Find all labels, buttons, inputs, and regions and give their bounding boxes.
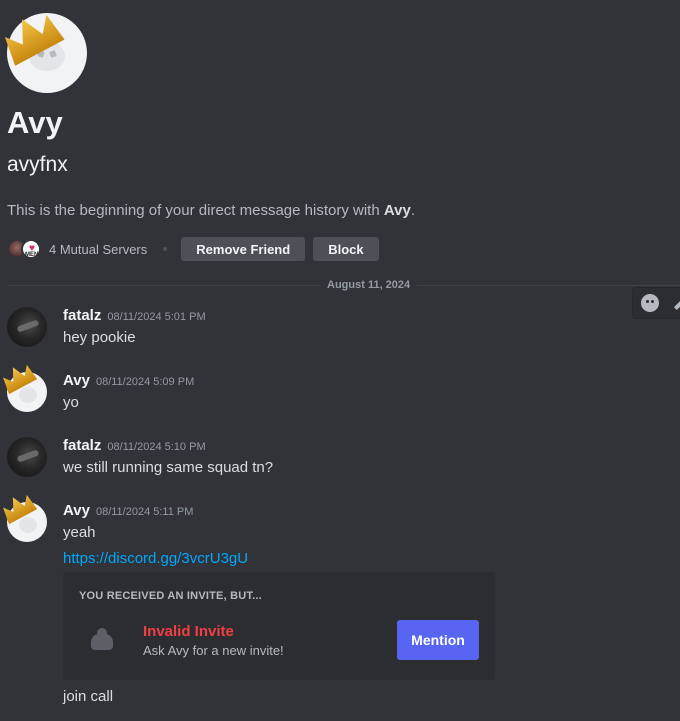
invite-title: Invalid Invite	[143, 623, 234, 640]
message-author[interactable]: Avy	[63, 372, 90, 389]
message-header: Avy 08/11/2024 5:09 PM	[63, 372, 194, 389]
message-author[interactable]: Avy	[63, 502, 90, 519]
invite-embed: YOU RECEIVED AN INVITE, BUT... Invalid I…	[63, 572, 495, 680]
avatar[interactable]	[7, 307, 47, 347]
message-content: join call	[63, 688, 114, 705]
invalid-invite-icon	[89, 628, 115, 652]
block-button[interactable]: Block	[313, 237, 379, 261]
message-timestamp: 08/11/2024 5:10 PM	[107, 441, 206, 453]
mutual-servers-link[interactable]: 4 Mutual Servers	[49, 242, 147, 257]
message-content: hey pookie	[63, 329, 136, 346]
profile-avatar[interactable]	[7, 13, 87, 93]
profile-username: avyfnx	[7, 153, 68, 176]
avatar[interactable]	[7, 372, 47, 412]
avatar[interactable]	[7, 437, 47, 477]
message-content: we still running same squad tn?	[63, 459, 274, 476]
mention-button[interactable]: Mention	[397, 620, 479, 660]
invite-embed-header: YOU RECEIVED AN INVITE, BUT...	[79, 590, 262, 602]
message-actions-toolbar	[632, 287, 680, 319]
message-timestamp: 08/11/2024 5:09 PM	[95, 376, 195, 388]
history-intro-name: Avy	[383, 202, 411, 219]
mutual-servers-row: ♥ MEN 4 Mutual Servers Remove Friend Blo…	[7, 237, 379, 261]
message-content: yo	[63, 394, 79, 411]
date-divider-label: August 11, 2024	[320, 278, 418, 292]
message-timestamp: 08/11/2024 5:01 PM	[107, 311, 206, 323]
message-header: Avy 08/11/2024 5:11 PM	[63, 502, 193, 519]
profile-display-name: Avy	[7, 105, 63, 140]
history-intro-text: This is the beginning of your direct mes…	[7, 202, 415, 219]
message-header: fatalz 08/11/2024 5:01 PM	[63, 307, 206, 324]
message-content: yeah	[63, 524, 96, 541]
mutual-server-avatar[interactable]: ♥ MEN	[21, 239, 41, 259]
message-timestamp: 08/11/2024 5:11 PM	[95, 506, 194, 518]
message-header: fatalz 08/11/2024 5:10 PM	[63, 437, 206, 454]
invite-link[interactable]: https://discord.gg/3vcrU3gU	[63, 550, 248, 567]
pencil-icon[interactable]	[673, 295, 680, 311]
avatar[interactable]	[7, 502, 47, 542]
invite-subtitle: Ask Avy for a new invite!	[143, 643, 284, 658]
message-author[interactable]: fatalz	[63, 307, 101, 324]
add-reaction-icon[interactable]	[641, 294, 659, 312]
message-author[interactable]: fatalz	[63, 437, 101, 454]
remove-friend-button[interactable]: Remove Friend	[181, 237, 306, 261]
separator-dot	[163, 247, 168, 251]
